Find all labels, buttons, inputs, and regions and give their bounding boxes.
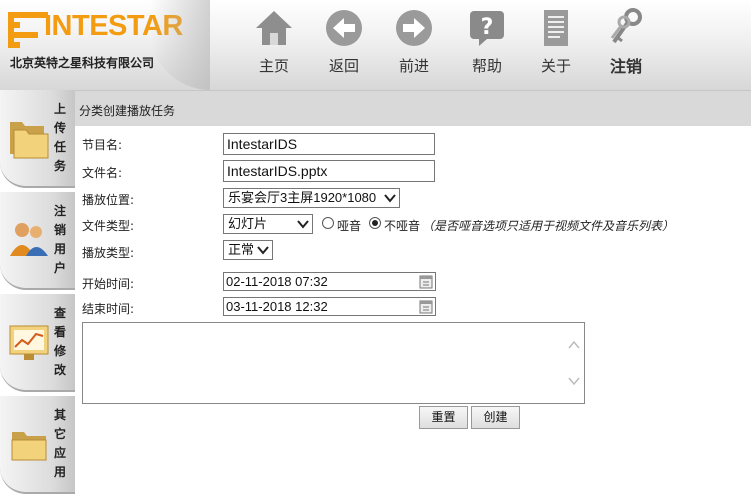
chevron-down-icon bbox=[257, 246, 269, 255]
start-time-value: 02-11-2018 07:32 bbox=[226, 274, 328, 289]
keys-icon bbox=[610, 8, 642, 44]
calendar-icon[interactable] bbox=[419, 275, 433, 289]
svg-text:?: ? bbox=[481, 15, 494, 40]
start-time-input[interactable]: 02-11-2018 07:32 bbox=[223, 272, 436, 291]
logo-mark-icon bbox=[8, 8, 48, 48]
sidebar-item-label: 注销用户 bbox=[53, 204, 66, 275]
nav-about-label: 关于 bbox=[540, 57, 571, 75]
description-textarea[interactable] bbox=[82, 322, 585, 404]
page-title-bar: 分类创建播放任务 bbox=[75, 90, 751, 126]
file-name-input[interactable]: IntestarIDS.pptx bbox=[223, 160, 435, 182]
header: INTESTAR 北京英特之星科技有限公司 主页 返回 前进 ? 帮助 关于 注… bbox=[0, 0, 751, 90]
nav-back-button[interactable]: 返回 bbox=[314, 6, 374, 86]
users-icon bbox=[10, 223, 48, 256]
folders-icon bbox=[10, 122, 49, 159]
sidebar-item-label: 其它应用 bbox=[53, 408, 66, 479]
folder-icon bbox=[11, 432, 47, 461]
file-type-label: 文件类型: bbox=[82, 219, 135, 233]
help-icon: ? bbox=[470, 11, 504, 46]
location-label: 播放位置: bbox=[82, 193, 135, 207]
nav-forward-label: 前进 bbox=[398, 57, 429, 75]
forward-icon bbox=[396, 10, 432, 46]
back-icon bbox=[326, 10, 362, 46]
home-icon bbox=[256, 11, 292, 45]
location-select[interactable]: 乐宴会厅3主屏1920*1080 bbox=[223, 188, 400, 208]
nav-home-button[interactable]: 主页 bbox=[244, 6, 304, 86]
chevron-down-icon bbox=[384, 194, 396, 203]
sidebar-item-view-edit[interactable]: 查看修改 bbox=[0, 294, 75, 392]
play-type-label: 播放类型: bbox=[82, 246, 135, 260]
nav-logout-button[interactable]: 注销 bbox=[596, 6, 656, 86]
nav-help-label: 帮助 bbox=[471, 57, 502, 75]
page-title: 分类创建播放任务 bbox=[79, 104, 176, 118]
nav-forward-button[interactable]: 前进 bbox=[384, 6, 444, 86]
mute-radio-label: 哑音 bbox=[337, 219, 362, 233]
end-time-value: 03-11-2018 12:32 bbox=[226, 299, 328, 314]
nav-help-button[interactable]: ? 帮助 bbox=[457, 6, 517, 86]
sidebar: 上传任务 注销用户 查看修改 其它应用 bbox=[0, 90, 75, 504]
calendar-icon[interactable] bbox=[419, 300, 433, 314]
file-type-value: 幻灯片 bbox=[228, 216, 268, 231]
nav-back-label: 返回 bbox=[328, 57, 359, 75]
end-time-label: 结束时间: bbox=[82, 302, 135, 316]
mute-radio[interactable] bbox=[322, 217, 334, 229]
nav-logout-label: 注销 bbox=[609, 57, 642, 76]
play-type-value: 正常 bbox=[228, 242, 255, 257]
brand-subtitle: 北京英特之星科技有限公司 bbox=[10, 56, 155, 70]
reset-button[interactable]: 重置 bbox=[419, 406, 468, 429]
sidebar-item-label: 上传任务 bbox=[53, 102, 66, 173]
create-button[interactable]: 创建 bbox=[471, 406, 520, 429]
unmute-radio-label: 不哑音 bbox=[384, 219, 421, 233]
sidebar-item-logout-user[interactable]: 注销用户 bbox=[0, 192, 75, 290]
sidebar-item-upload-task[interactable]: 上传任务 bbox=[0, 90, 75, 188]
scroll-up-icon[interactable] bbox=[566, 337, 582, 353]
mute-note: （是否哑音选项只适用于视频文件及音乐列表） bbox=[422, 219, 675, 233]
nav-home-label: 主页 bbox=[258, 57, 289, 75]
nav-about-button[interactable]: 关于 bbox=[526, 6, 586, 86]
program-name-label: 节目名: bbox=[82, 138, 123, 152]
file-name-label: 文件名: bbox=[82, 166, 123, 180]
end-time-input[interactable]: 03-11-2018 12:32 bbox=[223, 297, 436, 316]
play-type-select[interactable]: 正常 bbox=[223, 240, 273, 260]
document-icon bbox=[544, 10, 568, 46]
program-name-input[interactable]: IntestarIDS bbox=[223, 133, 435, 155]
scroll-down-icon[interactable] bbox=[566, 373, 582, 389]
chart-monitor-icon bbox=[9, 325, 49, 360]
sidebar-item-label: 查看修改 bbox=[53, 306, 66, 377]
unmute-radio[interactable] bbox=[369, 217, 381, 229]
chevron-down-icon bbox=[297, 220, 309, 229]
sidebar-item-other-apps[interactable]: 其它应用 bbox=[0, 396, 75, 494]
file-type-select[interactable]: 幻灯片 bbox=[223, 214, 313, 234]
start-time-label: 开始时间: bbox=[82, 277, 135, 291]
location-value: 乐宴会厅3主屏1920*1080 bbox=[228, 190, 377, 205]
